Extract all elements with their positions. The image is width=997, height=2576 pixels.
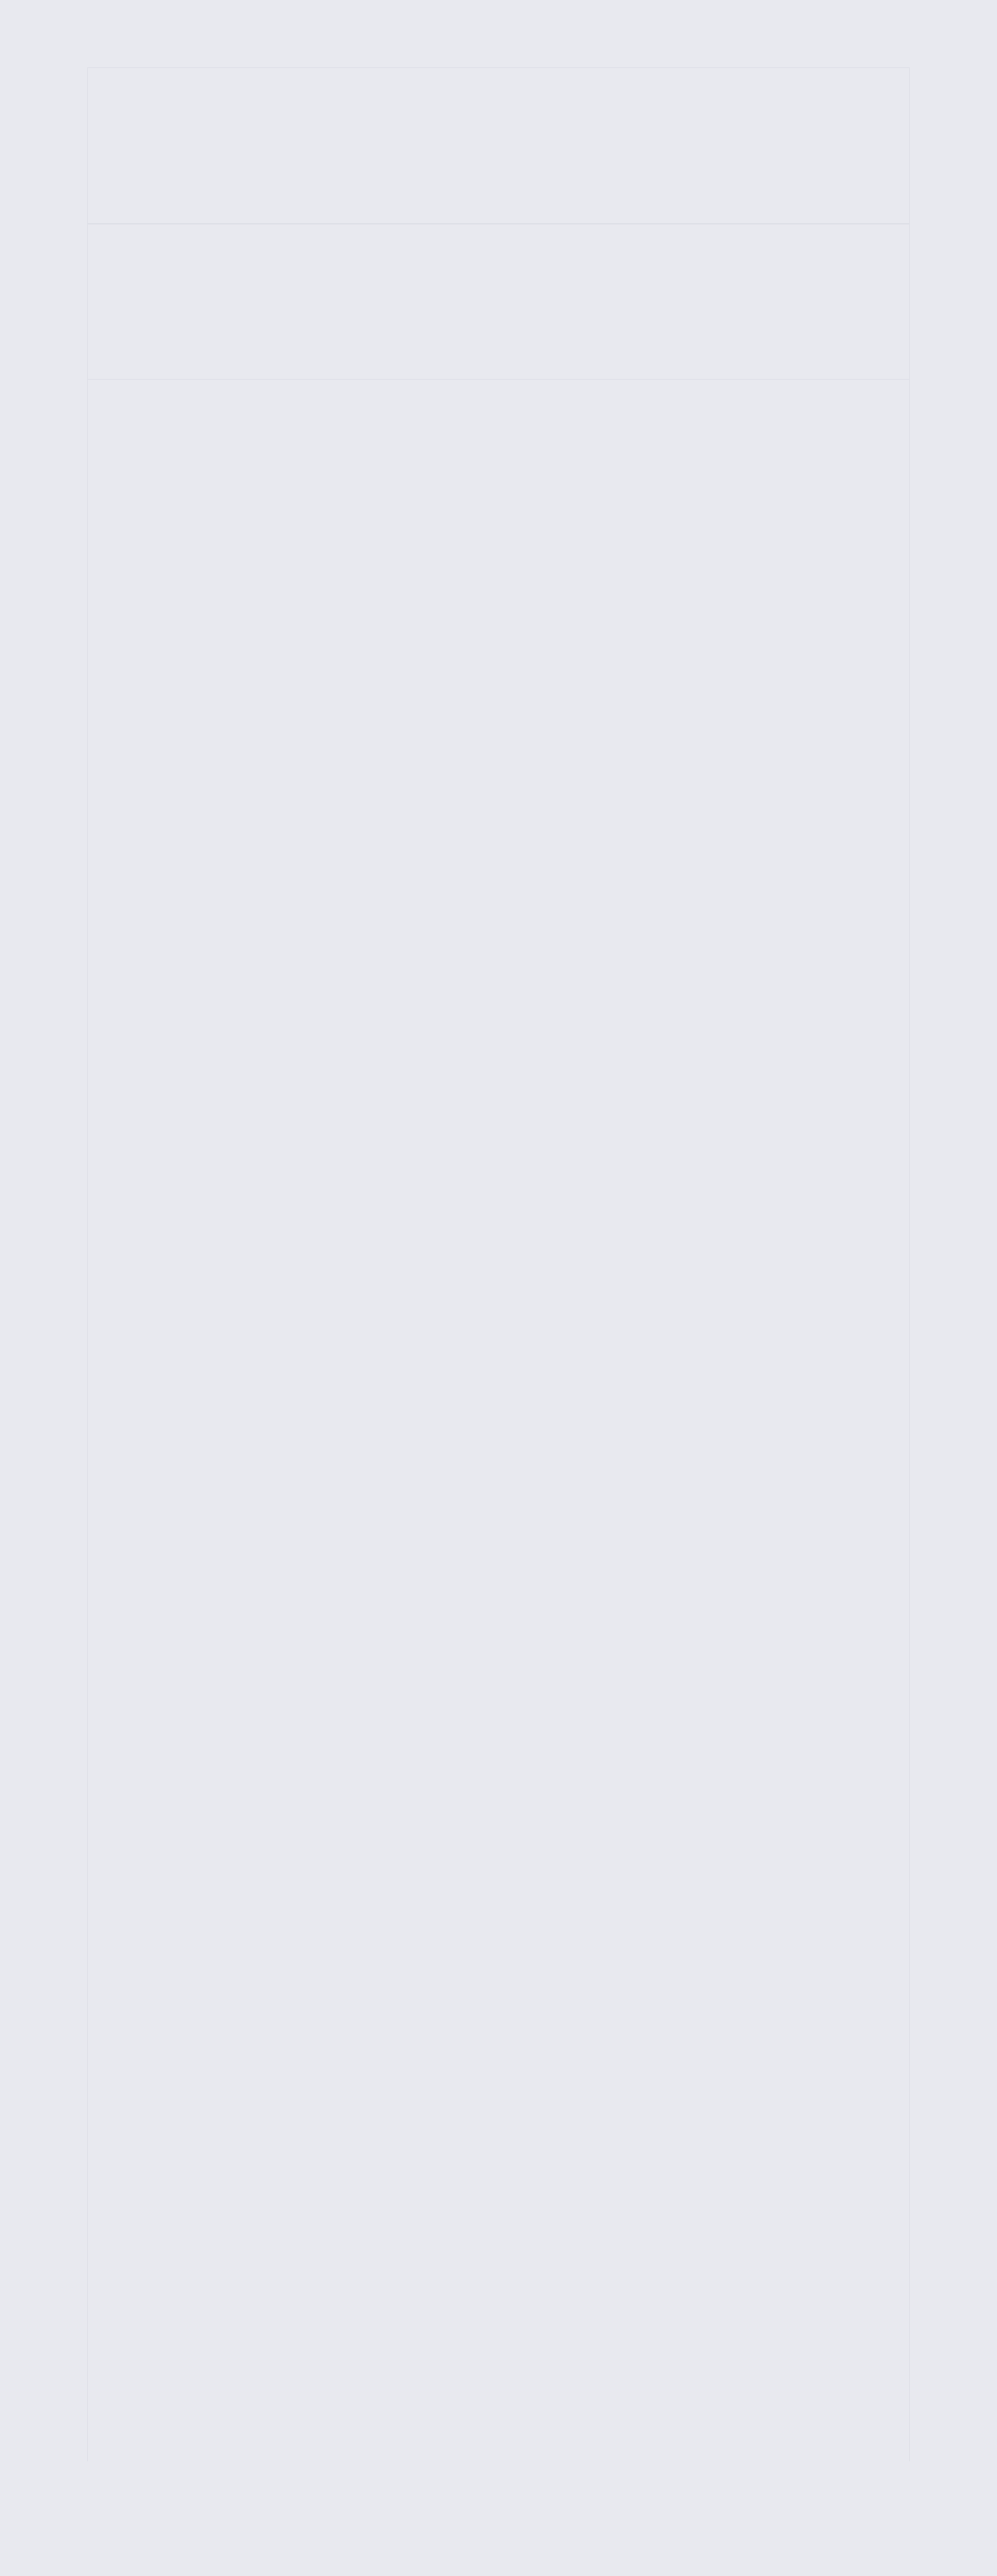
page-footer — [88, 224, 909, 380]
page-header — [88, 68, 909, 224]
page-root — [0, 0, 997, 2576]
content-frame — [87, 67, 910, 2461]
